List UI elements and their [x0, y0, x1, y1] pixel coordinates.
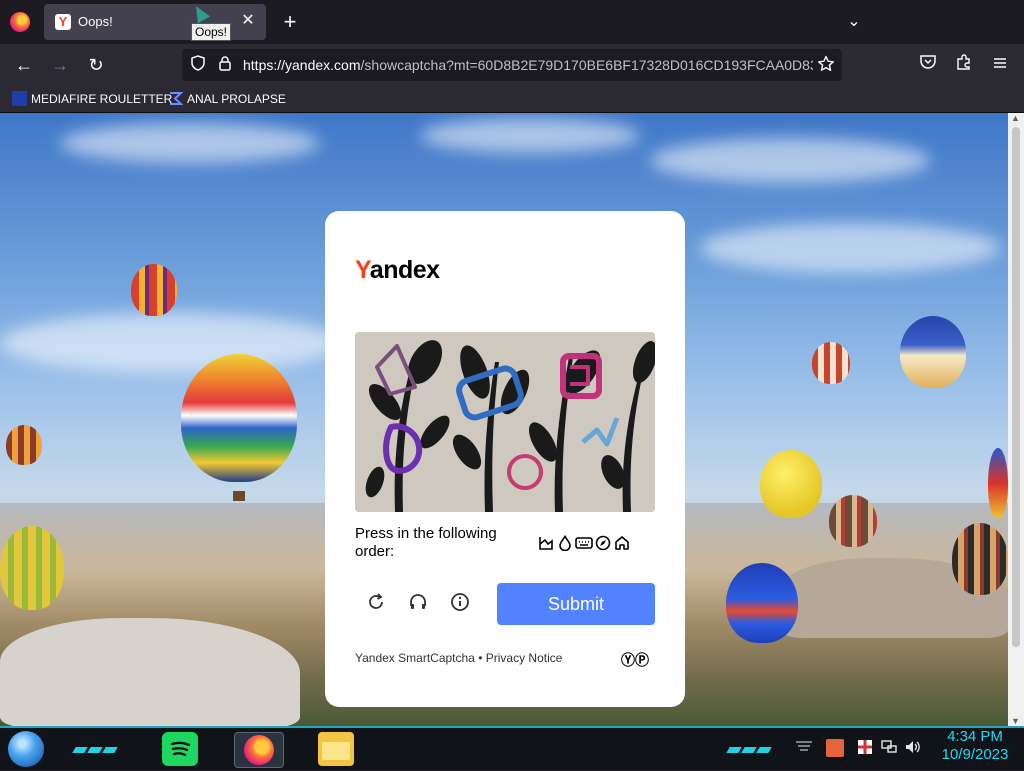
keyboard-icon — [575, 535, 593, 553]
drop-icon — [556, 535, 574, 553]
order-icons — [537, 535, 632, 553]
extensions-icon[interactable] — [952, 53, 976, 77]
chart-icon — [537, 535, 555, 553]
refresh-captcha-icon[interactable] — [364, 592, 388, 616]
bookmark-label: ANAL PROLAPSE — [187, 92, 286, 106]
bookmark-mediafire[interactable]: MEDIAFIRE ROULETTER — [12, 91, 172, 107]
forward-button[interactable]: → — [48, 53, 72, 77]
close-tab-icon[interactable]: ✕ — [238, 11, 258, 31]
page-scrollbar[interactable]: ▲ ▼ — [1008, 113, 1024, 726]
home-icon — [613, 535, 631, 553]
hot-air-balloon — [760, 450, 822, 518]
url-bar[interactable]: https://yandex.com/showcaptcha?mt=60D8B2… — [182, 49, 842, 81]
clock-date: 10/9/2023 — [941, 746, 1009, 763]
url-host: https://yandex.com — [243, 57, 361, 73]
hot-air-balloon — [812, 342, 850, 384]
captcha-instruction: Press in the following order: — [355, 525, 497, 560]
captcha-card: Yandex Press in the following order: Sub… — [325, 211, 685, 707]
url-text[interactable]: https://yandex.com/showcaptcha?mt=60D8B2… — [243, 57, 813, 73]
new-tab-button[interactable]: + — [278, 10, 302, 34]
sigma-icon — [168, 91, 184, 106]
privacy-notice-link[interactable]: Privacy Notice — [486, 651, 563, 665]
bookmark-star-icon[interactable] — [816, 55, 836, 75]
navigation-toolbar: ← → ↻ https://yandex.com/showcaptcha?mt=… — [0, 44, 1024, 86]
pocket-icon[interactable] — [916, 53, 940, 77]
audio-captcha-icon[interactable] — [406, 592, 430, 616]
security-flag-icon[interactable] — [856, 738, 874, 759]
hot-air-balloon — [829, 495, 877, 547]
firefox-taskbar-icon[interactable] — [234, 732, 284, 768]
taskbar: 4:34 PM 10/9/2023 — [0, 726, 1024, 770]
info-icon[interactable] — [448, 592, 472, 616]
network-icon[interactable] — [880, 738, 898, 759]
spotify-taskbar-icon[interactable] — [162, 732, 198, 766]
list-all-tabs-button[interactable]: ⌄ — [844, 10, 864, 34]
captcha-footer: Yandex SmartCaptcha • Privacy Notice — [355, 651, 562, 665]
tray-app-icon[interactable] — [826, 739, 844, 757]
tab-title: Oops! — [78, 14, 113, 29]
reload-button[interactable]: ↻ — [84, 53, 108, 77]
scroll-down-icon[interactable]: ▼ — [1011, 716, 1020, 726]
mediafire-icon — [12, 91, 27, 106]
hot-air-balloon — [726, 563, 798, 643]
clock-time: 4:34 PM — [947, 728, 1003, 745]
firefox-logo-icon[interactable] — [10, 12, 30, 32]
captcha-image[interactable] — [355, 332, 655, 512]
hot-air-balloon — [6, 425, 42, 465]
start-button[interactable] — [8, 731, 44, 767]
file-explorer-taskbar-icon[interactable] — [318, 732, 354, 766]
smartcaptcha-link[interactable]: Yandex SmartCaptcha — [355, 651, 475, 665]
cloud — [650, 138, 930, 183]
cloud — [420, 118, 640, 153]
hot-air-balloon — [0, 526, 64, 610]
yandex-favicon-icon: Y — [55, 14, 71, 30]
cloud — [700, 223, 1000, 273]
rock-formation — [0, 618, 300, 726]
url-path: /showcaptcha?mt=60D8B2E79D170BE6BF17328D… — [360, 57, 813, 73]
tab-bar: Y Oops! ✕ Oops! + ⌄ — [0, 0, 1024, 44]
compass-icon — [594, 535, 612, 553]
bookmark-label: MEDIAFIRE ROULETTER — [31, 92, 173, 106]
decorative-lights — [72, 740, 119, 753]
system-clock[interactable]: 4:34 PM 10/9/2023 — [932, 728, 1018, 764]
bookmarks-toolbar: MEDIAFIRE ROULETTER ANAL PROLAPSE — [0, 86, 1024, 113]
balloon-basket — [233, 491, 245, 501]
menu-icon[interactable] — [988, 53, 1012, 77]
footer-separator: • — [478, 651, 483, 665]
lock-icon[interactable] — [215, 55, 235, 75]
tab-oops[interactable]: Y Oops! ✕ — [44, 4, 266, 40]
volume-icon[interactable] — [904, 738, 922, 759]
yandex-logo: Yandex — [355, 256, 440, 284]
cloud — [0, 313, 340, 373]
cloud — [60, 123, 320, 163]
scrollbar-thumb[interactable] — [1012, 127, 1020, 647]
hot-air-balloon — [900, 316, 966, 388]
tray-expander-icon[interactable] — [794, 738, 814, 755]
smartcaptcha-badge-icon: ⓎⓅ — [621, 652, 649, 668]
hot-air-balloon — [952, 523, 1008, 595]
bookmark-second[interactable]: ANAL PROLAPSE — [168, 91, 286, 107]
tab-tooltip: Oops! — [191, 23, 232, 41]
hot-air-balloon — [181, 354, 297, 482]
scroll-up-icon[interactable]: ▲ — [1011, 113, 1020, 123]
hot-air-balloon — [131, 264, 177, 316]
hot-air-balloon — [988, 448, 1008, 518]
shield-icon[interactable] — [188, 55, 208, 75]
back-button[interactable]: ← — [12, 53, 36, 77]
submit-button[interactable]: Submit — [497, 583, 655, 625]
decorative-lights — [726, 740, 773, 753]
